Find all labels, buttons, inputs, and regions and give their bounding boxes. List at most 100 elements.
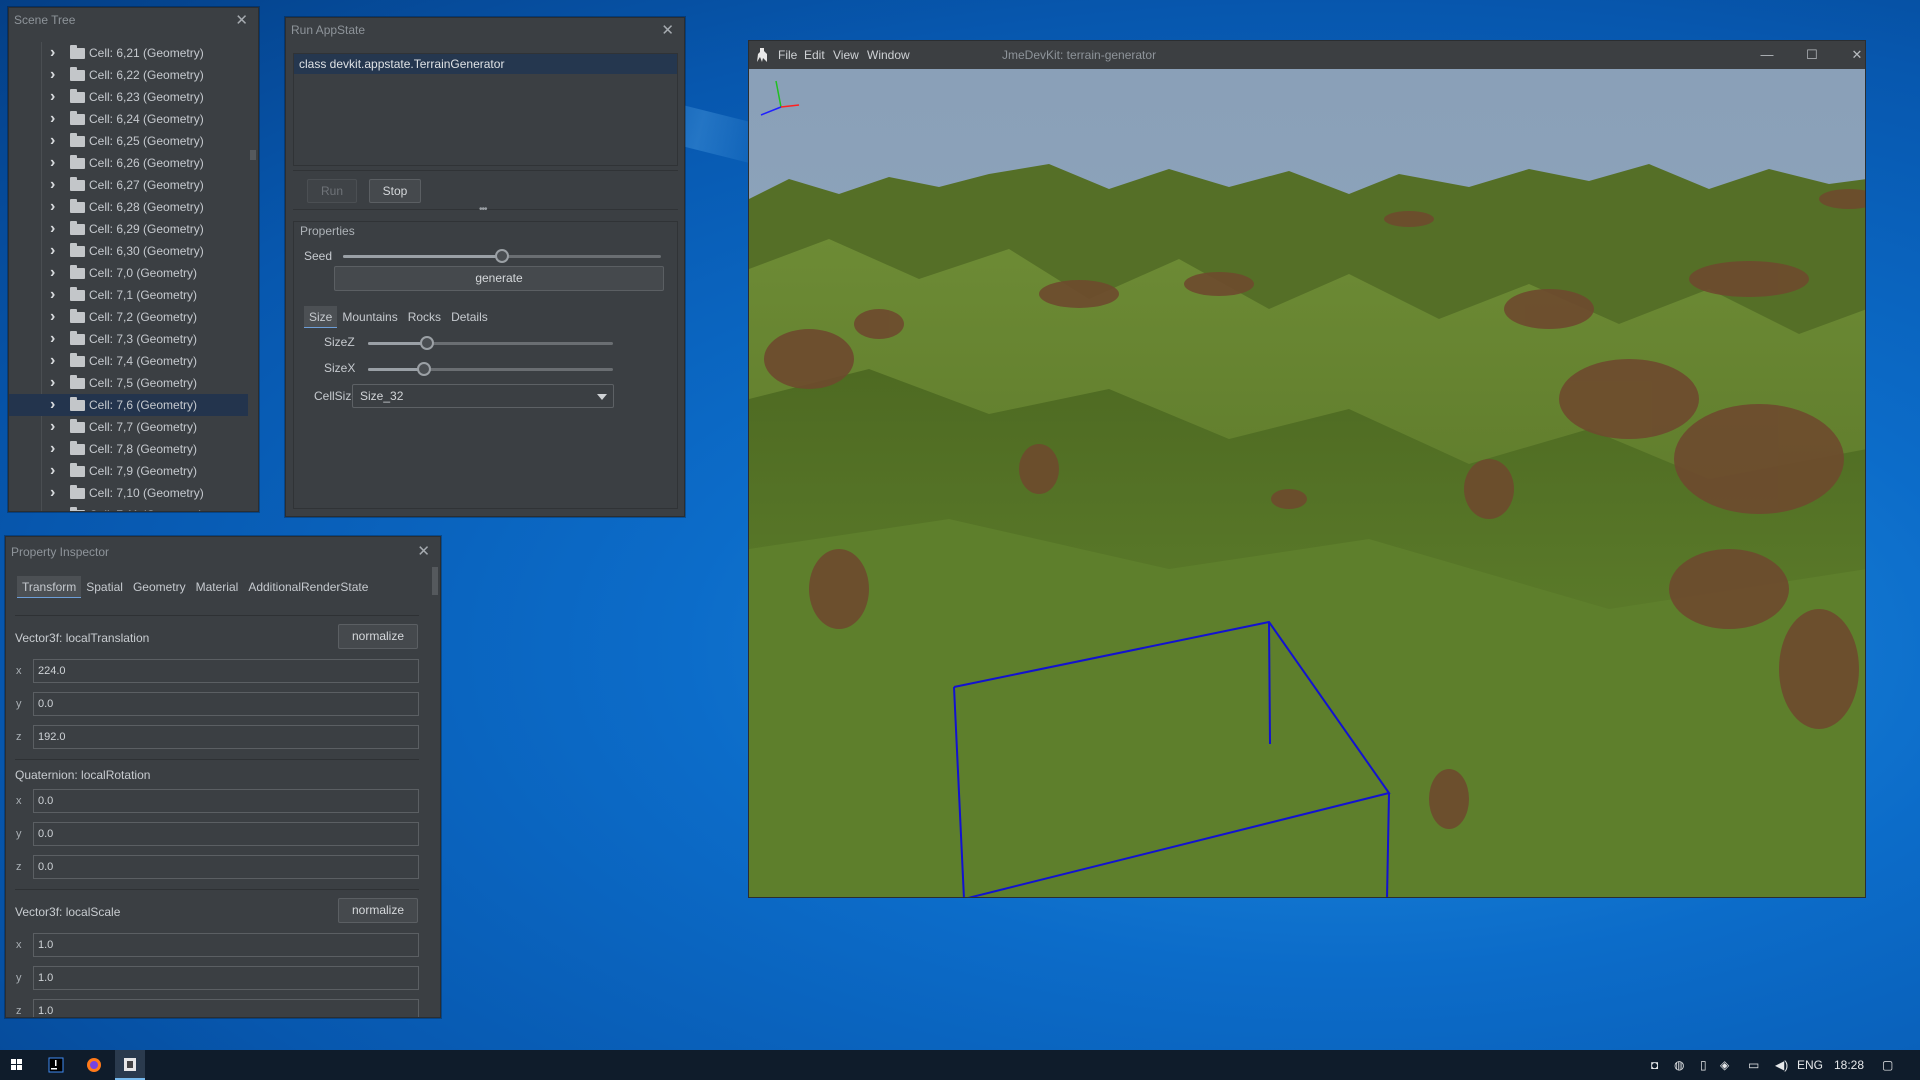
rotation-y-field[interactable]: 0.0: [33, 822, 419, 846]
chevron-right-icon[interactable]: ›: [50, 394, 55, 416]
notification-icon[interactable]: ▢: [1882, 1050, 1893, 1080]
chevron-right-icon[interactable]: ›: [50, 284, 55, 306]
chevron-right-icon[interactable]: ›: [50, 196, 55, 218]
close-icon[interactable]: ✕: [661, 18, 674, 43]
close-icon[interactable]: ✕: [235, 8, 248, 33]
tree-item[interactable]: › Cell: 7,1 (Geometry): [9, 284, 248, 306]
tree-item[interactable]: › Cell: 6,30 (Geometry): [9, 240, 248, 262]
tree-item[interactable]: › Cell: 6,27 (Geometry): [9, 174, 248, 196]
sizex-slider[interactable]: [368, 362, 613, 376]
scrollbar-thumb[interactable]: [250, 150, 256, 160]
tree-item[interactable]: › Cell: 6,29 (Geometry): [9, 218, 248, 240]
intellij-icon[interactable]: [41, 1050, 71, 1080]
chevron-right-icon[interactable]: ›: [50, 130, 55, 152]
tree-item[interactable]: › Cell: 7,9 (Geometry): [9, 460, 248, 482]
translation-y-field[interactable]: 0.0: [33, 692, 419, 716]
tree-item[interactable]: › Cell: 7,11 (Geometry): [9, 504, 248, 511]
chevron-right-icon[interactable]: ›: [50, 64, 55, 86]
tree-item[interactable]: › Cell: 7,2 (Geometry): [9, 306, 248, 328]
chevron-right-icon[interactable]: ›: [50, 262, 55, 284]
tree-item[interactable]: › Cell: 6,22 (Geometry): [9, 64, 248, 86]
tree-item[interactable]: › Cell: 7,10 (Geometry): [9, 482, 248, 504]
tree-item[interactable]: › Cell: 7,7 (Geometry): [9, 416, 248, 438]
tab-rocks[interactable]: Rocks: [403, 306, 446, 328]
normalize-scale-button[interactable]: normalize: [338, 898, 418, 923]
scale-y-field[interactable]: 1.0: [33, 966, 419, 990]
minimize-icon[interactable]: —: [1752, 41, 1782, 69]
volume-icon[interactable]: ◀): [1775, 1050, 1788, 1080]
windows-start-icon[interactable]: [2, 1050, 32, 1080]
chevron-right-icon[interactable]: ›: [50, 218, 55, 240]
clock[interactable]: 18:28: [1834, 1050, 1864, 1080]
sizez-slider[interactable]: [368, 336, 613, 350]
chevron-right-icon[interactable]: ›: [50, 152, 55, 174]
terrain-viewport[interactable]: [749, 69, 1866, 898]
chevron-right-icon[interactable]: ›: [50, 306, 55, 328]
stop-button[interactable]: Stop: [369, 179, 421, 203]
tree-item[interactable]: › Cell: 6,21 (Geometry): [9, 42, 248, 64]
firefox-icon[interactable]: [79, 1050, 109, 1080]
sizex-slider-handle[interactable]: [417, 362, 432, 376]
chevron-right-icon[interactable]: ›: [50, 108, 55, 130]
tab-geometry[interactable]: Geometry: [128, 576, 191, 598]
normalize-translation-button[interactable]: normalize: [338, 624, 418, 649]
rotation-x-field[interactable]: 0.0: [33, 789, 419, 813]
tree-item[interactable]: › Cell: 6,28 (Geometry): [9, 196, 248, 218]
appstate-class-list[interactable]: class devkit.appstate.TerrainGenerator: [293, 53, 678, 166]
generate-button[interactable]: generate: [334, 266, 664, 291]
chevron-right-icon[interactable]: ›: [50, 372, 55, 394]
chevron-right-icon[interactable]: ›: [50, 42, 55, 64]
steam-icon[interactable]: ◍: [1674, 1050, 1684, 1080]
tab-material[interactable]: Material: [191, 576, 244, 598]
chevron-right-icon[interactable]: ›: [50, 438, 55, 460]
tree-item[interactable]: › Cell: 6,23 (Geometry): [9, 86, 248, 108]
viewer-title-bar[interactable]: File Edit View Window JmeDevKit: terrain…: [749, 41, 1865, 69]
network-icon[interactable]: ▭: [1748, 1050, 1759, 1080]
maximize-icon[interactable]: ☐: [1797, 41, 1827, 69]
close-icon[interactable]: ✕: [1842, 41, 1865, 69]
jme-app-icon[interactable]: [115, 1050, 145, 1080]
cellsize-select[interactable]: Size_32: [352, 384, 614, 408]
scale-z-field[interactable]: 1.0: [33, 999, 419, 1017]
chevron-right-icon[interactable]: ›: [50, 240, 55, 262]
security-icon[interactable]: ◈: [1720, 1050, 1729, 1080]
tab-transform[interactable]: Transform: [17, 576, 82, 598]
chevron-right-icon[interactable]: ›: [50, 328, 55, 350]
language-indicator[interactable]: ENG: [1797, 1050, 1823, 1080]
tree-item[interactable]: › Cell: 6,25 (Geometry): [9, 130, 248, 152]
tree-item[interactable]: › Cell: 7,0 (Geometry): [9, 262, 248, 284]
tree-item[interactable]: › Cell: 7,5 (Geometry): [9, 372, 248, 394]
chevron-right-icon[interactable]: ›: [50, 86, 55, 108]
tab-additionalrenderstate[interactable]: AdditionalRenderState: [243, 576, 373, 598]
tab-spatial[interactable]: Spatial: [81, 576, 128, 598]
tree-item[interactable]: › Cell: 6,26 (Geometry): [9, 152, 248, 174]
translation-z-field[interactable]: 192.0: [33, 725, 419, 749]
tree-item[interactable]: › Cell: 6,24 (Geometry): [9, 108, 248, 130]
chevron-right-icon[interactable]: ›: [50, 416, 55, 438]
seed-slider-handle[interactable]: [495, 249, 509, 263]
splitter-handle[interactable]: •••: [479, 204, 487, 215]
rotation-z-field[interactable]: 0.0: [33, 855, 419, 879]
tree-item[interactable]: › Cell: 7,3 (Geometry): [9, 328, 248, 350]
chevron-right-icon[interactable]: ›: [50, 460, 55, 482]
discord-icon[interactable]: ◘: [1651, 1050, 1658, 1080]
menu-view[interactable]: View: [833, 41, 859, 69]
scrollbar-thumb[interactable]: [432, 567, 438, 595]
menu-edit[interactable]: Edit: [804, 41, 825, 69]
usb-icon[interactable]: ▯: [1700, 1050, 1707, 1080]
tab-size[interactable]: Size: [304, 306, 338, 328]
sizez-slider-handle[interactable]: [419, 336, 434, 350]
tab-details[interactable]: Details: [446, 306, 493, 328]
chevron-right-icon[interactable]: ›: [50, 504, 55, 511]
seed-slider[interactable]: [343, 249, 661, 263]
menu-window[interactable]: Window: [867, 41, 910, 69]
close-icon[interactable]: ✕: [417, 537, 430, 567]
tree-item[interactable]: › Cell: 7,8 (Geometry): [9, 438, 248, 460]
run-button[interactable]: Run: [307, 179, 357, 203]
menu-file[interactable]: File: [778, 41, 797, 69]
tree-item[interactable]: › Cell: 7,6 (Geometry): [9, 394, 248, 416]
chevron-right-icon[interactable]: ›: [50, 482, 55, 504]
translation-x-field[interactable]: 224.0: [33, 659, 419, 683]
chevron-right-icon[interactable]: ›: [50, 174, 55, 196]
tree-item[interactable]: › Cell: 7,4 (Geometry): [9, 350, 248, 372]
